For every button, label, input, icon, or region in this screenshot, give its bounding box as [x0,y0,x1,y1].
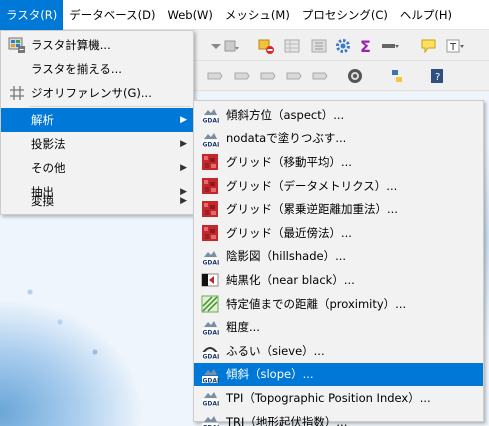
menu-help[interactable]: ヘルプ(H) [394,0,458,30]
analysis-item-13[interactable]: GDAL TRI（地形起伏指数）... [194,410,483,426]
gdal-icon: GDAL [201,366,219,384]
raster-menu: ラスタ計算機... ラスタを揃える... ジオリファレンサ(G)... 解析 ▶… [0,30,194,215]
svg-text:GDAL: GDAL [203,330,220,337]
grid-icon [201,224,219,242]
analysis-item-7[interactable]: 純黒化（near black）... [194,268,483,292]
menu-bar: ラスタ(R) データベース(D) Web(W) メッシュ(M) プロセシング(C… [0,0,489,30]
submenu-arrow-icon: ▶ [180,139,187,149]
menu-item-label: 粗度... [226,320,260,335]
analysis-item-8[interactable]: 特定値までの距離（proximity）... [194,292,483,316]
submenu-arrow-icon: ▶ [180,115,187,125]
label-show-icon[interactable] [259,67,277,85]
menu-item-conversion[interactable]: 変換 ▶ [1,189,193,213]
svg-text:GDAL: GDAL [203,377,220,384]
grid-icon [201,200,219,218]
menu-item-align-rasters[interactable]: ラスタを揃える... [1,57,193,81]
menu-item-raster-calculator[interactable]: ラスタ計算機... [1,33,193,57]
menu-processing[interactable]: プロセシング(C) [296,0,394,30]
menu-item-miscellaneous[interactable]: その他 ▶ [1,156,193,180]
text-annotation-icon[interactable]: T [446,37,464,55]
globe-icon[interactable] [346,67,364,85]
analysis-item-2[interactable]: グリッド（移動平均）... [194,150,483,174]
new-layer-icon[interactable] [222,37,240,55]
menu-item-label: その他 [31,161,66,175]
nearblack-icon [201,271,219,289]
svg-text:GDAL: GDAL [203,259,220,266]
attribute-table-icon[interactable] [283,37,301,55]
menu-item-label: 傾斜方位（aspect）... [226,107,345,122]
svg-text:Σ: Σ [360,37,371,55]
label-pin-icon[interactable] [233,67,251,85]
menu-item-analysis[interactable]: 解析 ▶ [1,108,193,132]
analysis-item-0[interactable]: GDAL 傾斜方位（aspect）... [194,103,483,127]
measure-icon[interactable] [381,37,399,55]
menu-item-label: ふるい（sieve）... [226,343,325,358]
menu-item-label: TRI（地形起伏指数）... [226,414,348,426]
menu-item-label: 純黒化（near black）... [226,272,355,287]
menu-item-label: 投影法 [31,137,66,151]
analysis-item-3[interactable]: グリッド（データメトリクス）... [194,174,483,198]
menu-item-label: 特定値までの距離（proximity）... [226,296,407,311]
gdal-icon: GDAL [201,389,219,407]
analysis-item-1[interactable]: GDAL nodataで塗りつぶす... [194,127,483,151]
svg-text:GDAL: GDAL [203,118,220,125]
submenu-arrow-icon: ▶ [180,163,187,173]
settings-gear-icon[interactable] [334,37,352,55]
menu-item-label: nodataで塗りつぶす... [226,131,347,146]
menu-item-label: グリッド（データメトリクス）... [226,178,398,193]
grid-icon [201,153,219,171]
gdal-icon: GDAL [201,130,219,148]
menu-item-label: 変換 [31,194,54,208]
label-move-icon[interactable] [285,67,303,85]
svg-text:?: ? [435,72,440,83]
analysis-submenu: GDAL 傾斜方位（aspect）... GDAL nodataで塗りつぶす... グリ… [193,100,484,426]
raster-calculator-icon [8,36,26,54]
submenu-arrow-icon: ▶ [180,196,187,206]
analysis-item-6[interactable]: GDAL 陰影図（hillshade）... [194,245,483,269]
analysis-item-5[interactable]: グリッド（最近傍法）... [194,221,483,245]
menu-item-georeferencer[interactable]: ジオリファレンサ(G)... [1,81,193,105]
menu-item-label: ラスタを揃える... [31,62,122,76]
analysis-item-10[interactable]: GDAL ふるい（sieve）... [194,339,483,363]
menu-item-label: ジオリファレンサ(G)... [31,86,152,100]
label-rotate-icon[interactable] [311,67,329,85]
menu-item-label: 陰影図（hillshade）... [226,249,347,264]
analysis-item-11[interactable]: GDAL 傾斜（slope）... [194,362,483,387]
menu-item-label: グリッド（移動平均）... [226,154,352,169]
gdal-icon: GDAL [201,248,219,266]
menu-raster[interactable]: ラスタ(R) [0,0,64,30]
python-icon[interactable] [388,67,406,85]
analysis-item-12[interactable]: GDAL TPI（Topographic Position Index）... [194,386,483,410]
sum-icon[interactable]: Σ [357,37,375,55]
menu-item-label: 傾斜（slope）... [226,367,314,382]
help-icon[interactable]: ? [428,67,446,85]
gdal-icon: GDAL [201,413,219,426]
menu-item-projections[interactable]: 投影法 ▶ [1,132,193,156]
menu-item-label: 解析 [31,113,54,127]
field-calculator-icon[interactable] [310,37,328,55]
grid-icon [201,177,219,195]
proximity-icon [201,295,219,313]
svg-text:GDAL: GDAL [203,354,220,361]
menu-web[interactable]: Web(W) [162,0,219,30]
menu-item-label: TPI（Topographic Position Index）... [226,390,431,405]
svg-text:T: T [449,42,457,53]
georeferencer-icon [8,84,26,102]
label-tool-icon[interactable] [206,67,224,85]
svg-text:GDAL: GDAL [203,401,220,408]
menu-separator [29,106,191,107]
menu-mesh[interactable]: メッシュ(M) [219,0,296,30]
annotation-icon[interactable] [420,37,438,55]
menu-item-label: ラスタ計算機... [31,38,111,52]
sieve-icon: GDAL [201,342,219,360]
analysis-item-9[interactable]: GDAL 粗度... [194,315,483,339]
gdal-icon: GDAL [201,318,219,336]
analysis-item-4[interactable]: グリッド（累乗逆距離加重法）... [194,197,483,221]
gdal-icon: GDAL [201,106,219,124]
menu-item-label: グリッド（累乗逆距離加重法）... [226,202,398,217]
remove-layer-icon[interactable] [257,37,275,55]
menu-item-label: グリッド（最近傍法）... [226,225,352,240]
menu-database[interactable]: データベース(D) [63,0,161,30]
svg-text:GDAL: GDAL [203,141,220,148]
